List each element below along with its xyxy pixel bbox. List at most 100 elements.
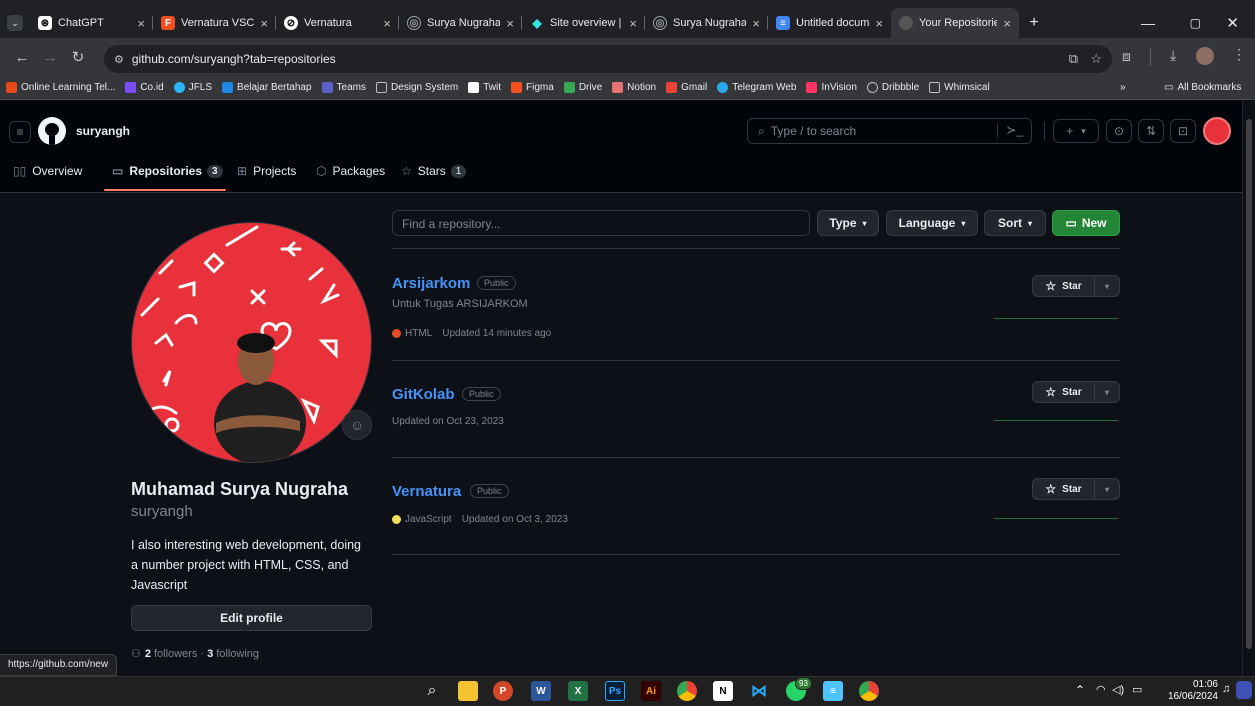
repo-name-link[interactable]: GitKolab bbox=[392, 386, 455, 403]
following-label[interactable]: following bbox=[216, 648, 259, 660]
profile-avatar-icon[interactable] bbox=[1196, 47, 1214, 65]
browser-tab[interactable]: ⊛ ChatGPT × bbox=[30, 8, 153, 38]
tab-projects[interactable]: ⊞ Projects bbox=[237, 163, 296, 179]
create-new-dropdown[interactable]: + ▾ bbox=[1053, 119, 1099, 143]
browser-tab[interactable]: ◎ Surya Nugraha × bbox=[645, 8, 768, 38]
browser-tab[interactable]: F Vernatura VSCOI × bbox=[153, 8, 276, 38]
photoshop-icon[interactable]: Ps bbox=[605, 681, 625, 701]
chrome-icon[interactable] bbox=[677, 681, 697, 701]
forward-button[interactable]: → bbox=[36, 49, 64, 66]
hamburger-menu-button[interactable]: ≡ bbox=[9, 121, 31, 143]
scrollbar-track[interactable] bbox=[1242, 101, 1255, 676]
browser-tab-active[interactable]: Your Repositorie × bbox=[891, 8, 1019, 38]
edit-profile-button[interactable]: Edit profile bbox=[131, 605, 372, 631]
notion-icon[interactable]: N bbox=[713, 681, 733, 701]
back-button[interactable]: ← bbox=[8, 49, 36, 66]
user-avatar[interactable] bbox=[1203, 117, 1231, 145]
chrome-profile-icon[interactable] bbox=[859, 681, 879, 701]
bookmark-item[interactable]: Gmail bbox=[666, 82, 707, 93]
tray-overflow-icon[interactable]: ⌃ bbox=[1075, 683, 1085, 697]
close-icon[interactable]: × bbox=[260, 16, 268, 31]
bookmark-item[interactable]: Whimsical bbox=[929, 82, 990, 93]
command-palette-icon[interactable]: ≻_ bbox=[997, 123, 1023, 137]
inbox-button[interactable]: ⊡ bbox=[1170, 119, 1196, 143]
global-search-input[interactable]: ⌕ Type / to search ≻_ bbox=[747, 118, 1032, 144]
window-close-button[interactable]: ✕ bbox=[1218, 8, 1247, 38]
sort-filter-button[interactable]: Sort ▾ bbox=[984, 210, 1046, 236]
chevron-down-icon[interactable]: ▾ bbox=[1095, 282, 1119, 291]
bookmark-item[interactable]: Drive bbox=[563, 82, 602, 93]
followers-count[interactable]: 2 bbox=[145, 648, 151, 660]
issues-button[interactable]: ⊙ bbox=[1106, 119, 1132, 143]
new-repository-button[interactable]: ▭ New bbox=[1052, 210, 1120, 236]
vscode-icon[interactable]: ⋈ bbox=[749, 681, 769, 701]
close-icon[interactable]: × bbox=[1003, 16, 1011, 31]
url-bar[interactable]: ⚙ github.com/suryangh?tab=repositories ⧉… bbox=[104, 45, 1112, 73]
bookmarks-overflow-button[interactable]: » bbox=[1120, 82, 1126, 93]
following-count[interactable]: 3 bbox=[207, 648, 213, 660]
battery-icon[interactable]: ▭ bbox=[1132, 683, 1142, 696]
powerpoint-icon[interactable]: P bbox=[493, 681, 513, 701]
excel-icon[interactable]: X bbox=[568, 681, 588, 701]
close-icon[interactable]: × bbox=[752, 16, 760, 31]
chevron-down-icon[interactable]: ▾ bbox=[1095, 485, 1119, 494]
bookmark-item[interactable]: Design System bbox=[375, 82, 458, 93]
extensions-icon[interactable]: ⧈ bbox=[1122, 48, 1131, 65]
clock[interactable]: 01:06 16/06/2024 bbox=[1152, 679, 1218, 703]
star-button[interactable]: ☆ Star ▾ bbox=[1032, 275, 1120, 297]
browser-tab[interactable]: ≡ Untitled docume × bbox=[768, 8, 891, 38]
bookmark-item[interactable]: Co.id bbox=[125, 82, 164, 93]
pull-requests-button[interactable]: ⇅ bbox=[1138, 119, 1164, 143]
bookmark-item[interactable]: Teams bbox=[321, 82, 366, 93]
all-bookmarks-button[interactable]: ▭ All Bookmarks bbox=[1164, 82, 1241, 93]
bookmark-item[interactable]: Telegram Web bbox=[717, 82, 796, 93]
site-info-icon[interactable]: ⚙ bbox=[114, 53, 124, 66]
find-repository-input[interactable]: Find a repository... bbox=[392, 210, 810, 236]
restore-button[interactable]: ▢ bbox=[1182, 8, 1209, 38]
set-status-button[interactable]: ☺ bbox=[342, 410, 372, 440]
tab-overview[interactable]: ▯▯ Overview bbox=[13, 163, 82, 179]
volume-icon[interactable]: ◁) bbox=[1112, 683, 1124, 696]
bookmark-item[interactable]: Notion bbox=[612, 82, 656, 93]
star-button[interactable]: ☆ Star ▾ bbox=[1032, 381, 1120, 403]
type-filter-button[interactable]: Type ▾ bbox=[817, 210, 879, 236]
windows-start-icon[interactable] bbox=[389, 681, 409, 701]
header-username[interactable]: suryangh bbox=[76, 124, 130, 138]
bookmark-star-icon[interactable]: ☆ bbox=[1090, 51, 1102, 67]
copilot-icon[interactable] bbox=[1236, 681, 1252, 699]
close-icon[interactable]: × bbox=[383, 16, 391, 31]
illustrator-icon[interactable]: Ai bbox=[641, 681, 661, 701]
bookmark-item[interactable]: Dribbble bbox=[866, 82, 919, 93]
file-explorer-icon[interactable] bbox=[458, 681, 478, 701]
close-icon[interactable]: × bbox=[875, 16, 883, 31]
tab-search-button[interactable]: ⌄ bbox=[0, 8, 30, 38]
bookmark-item[interactable]: Twit bbox=[468, 82, 501, 93]
tab-stars[interactable]: ☆ Stars 1 bbox=[401, 163, 467, 179]
reload-button[interactable]: ↻ bbox=[64, 48, 92, 66]
bookmark-item[interactable]: Figma bbox=[511, 82, 554, 93]
browser-tab[interactable]: ⊘ Vernatura × bbox=[276, 8, 399, 38]
tab-repositories[interactable]: ▭ Repositories 3 bbox=[112, 163, 223, 179]
browser-tab[interactable]: ◎ Surya Nugraha × bbox=[399, 8, 522, 38]
bookmark-item[interactable]: JFLS bbox=[173, 82, 212, 93]
language-filter-button[interactable]: Language ▾ bbox=[886, 210, 978, 236]
word-icon[interactable]: W bbox=[531, 681, 551, 701]
repo-name-link[interactable]: Vernatura bbox=[392, 483, 461, 500]
browser-menu-icon[interactable]: ⋮ bbox=[1232, 46, 1246, 63]
notepad-icon[interactable]: ≡ bbox=[823, 681, 843, 701]
minimize-button[interactable]: — bbox=[1133, 8, 1163, 38]
tab-packages[interactable]: ⬡ Packages bbox=[316, 163, 385, 179]
github-logo-icon[interactable] bbox=[38, 117, 66, 145]
scrollbar-thumb[interactable] bbox=[1246, 119, 1252, 649]
close-icon[interactable]: × bbox=[137, 16, 145, 31]
chevron-down-icon[interactable]: ▾ bbox=[1095, 388, 1119, 397]
search-icon[interactable]: ⌕ bbox=[422, 681, 442, 701]
repo-name-link[interactable]: Arsijarkom bbox=[392, 275, 470, 292]
star-button[interactable]: ☆ Star ▾ bbox=[1032, 478, 1120, 500]
wifi-icon[interactable]: ◠ bbox=[1096, 683, 1106, 696]
bookmark-item[interactable]: Belajar Bertahap bbox=[222, 82, 312, 93]
followers-label[interactable]: followers bbox=[154, 648, 197, 660]
browser-tab[interactable]: ◆ Site overview | n × bbox=[522, 8, 645, 38]
bookmark-item[interactable]: InVision bbox=[806, 82, 857, 93]
close-icon[interactable]: × bbox=[506, 16, 514, 31]
